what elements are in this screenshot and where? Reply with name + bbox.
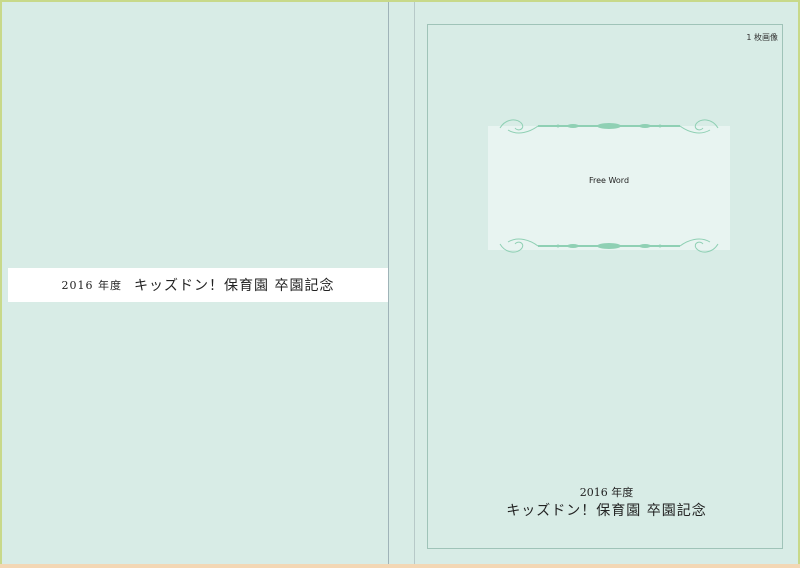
front-cover-frame [427, 24, 783, 549]
ornament-bottom-icon [499, 238, 719, 253]
back-year-label: 2016 年度 [61, 279, 123, 292]
photo-placeholder[interactable] [488, 126, 730, 250]
photo-frame[interactable]: Free Word [488, 114, 730, 254]
front-title-label[interactable]: キッズドン！保育園 卒園記念 [415, 500, 798, 520]
front-cover: 1 枚画像 Free Word 2016 年度 キッズドン！保育園 卒園記念 [415, 2, 798, 566]
front-year-label[interactable]: 2016 年度 [415, 484, 798, 500]
back-title-label: キッズドン！保育園 卒園記念 [134, 278, 335, 294]
album-cover-spread: 2016 年度 キッズドン！保育園 卒園記念 1 枚画像 Free Word 2… [0, 0, 800, 568]
back-title-band: 2016 年度 キッズドン！保育園 卒園記念 [8, 268, 388, 302]
free-word-caption[interactable]: Free Word [488, 176, 730, 185]
back-cover: 2016 年度 キッズドン！保育園 卒園記念 [2, 2, 388, 566]
ornament-top-icon [499, 119, 719, 134]
bottom-edge-strip [0, 564, 800, 568]
spine [389, 2, 414, 566]
image-count-badge: 1 枚画像 [746, 33, 778, 42]
